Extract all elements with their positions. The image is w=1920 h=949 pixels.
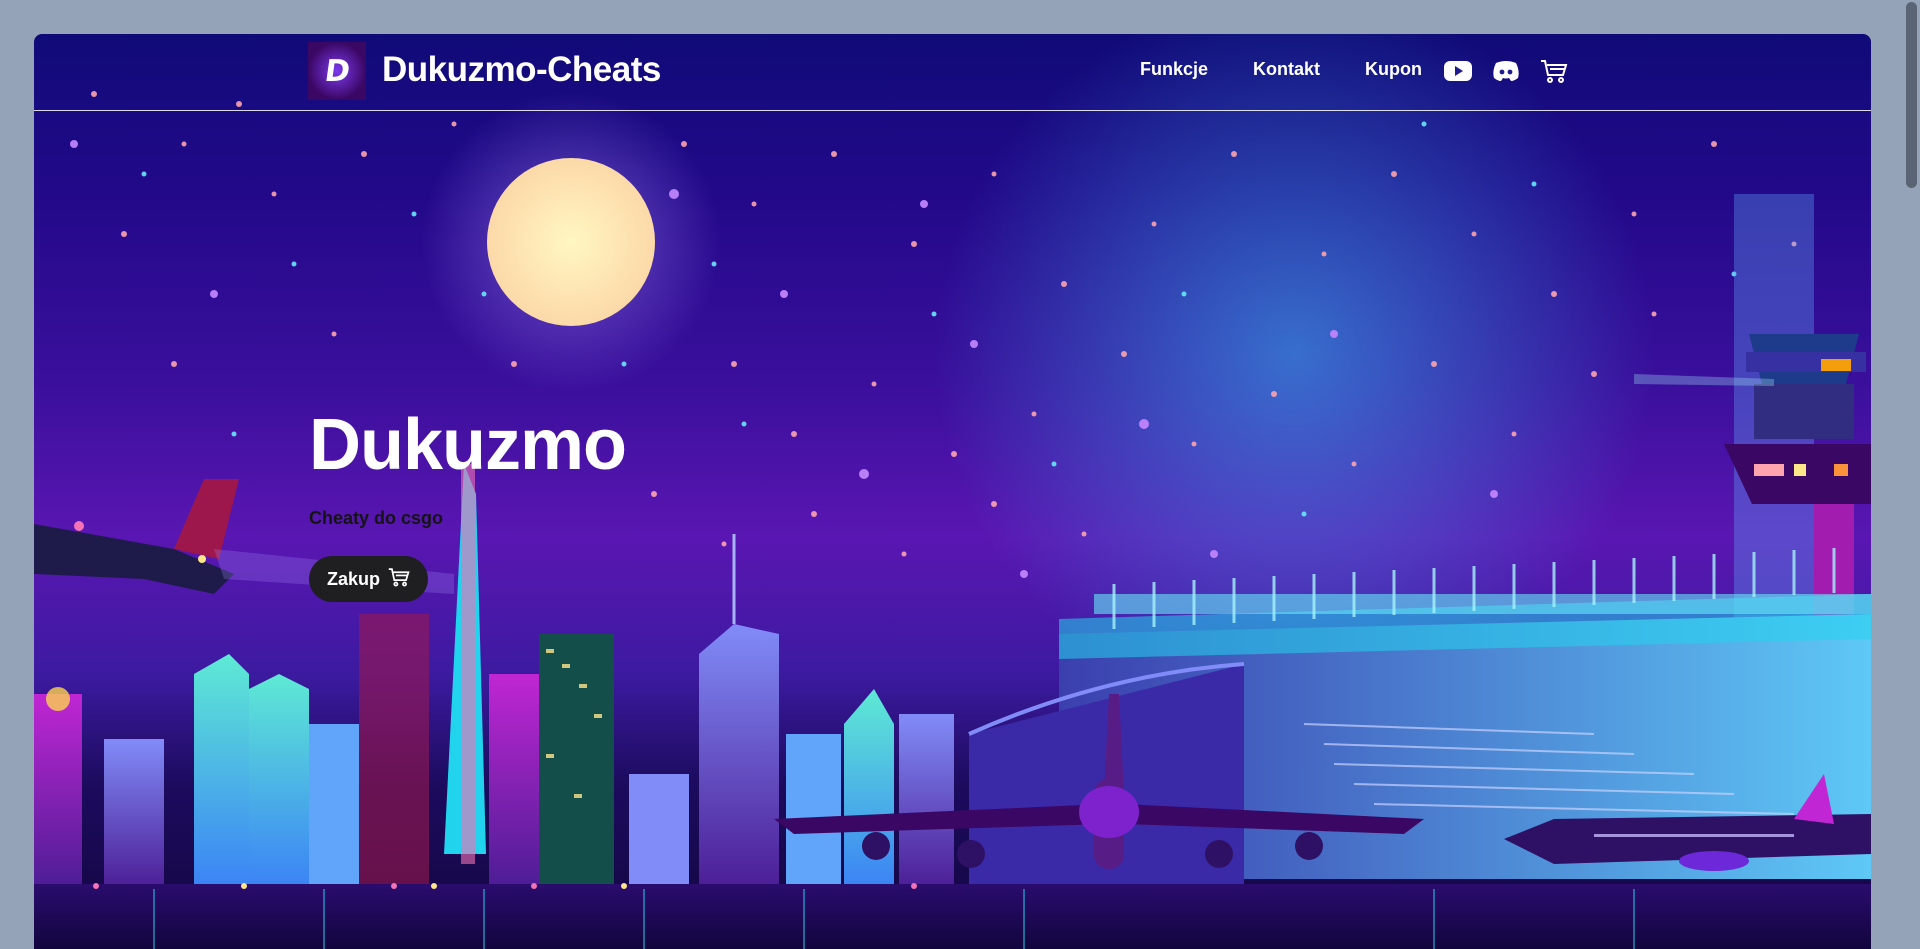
browser-viewport: D Dukuzmo-Cheats Funkcje Kontakt Kupon D… — [34, 34, 1871, 949]
nav-link-kontakt[interactable]: Kontakt — [1253, 59, 1320, 80]
brand-logo-letter: D — [322, 53, 352, 89]
cart-icon — [388, 567, 410, 592]
youtube-icon[interactable] — [1443, 56, 1473, 86]
nav-social-icons — [1443, 56, 1569, 86]
discord-icon[interactable] — [1491, 56, 1521, 86]
hero-content: Dukuzmo Cheaty do csgo — [309, 404, 627, 529]
nav-links: Funkcje Kontakt Kupon — [1140, 59, 1467, 80]
hero-title: Dukuzmo — [309, 405, 627, 485]
hero-subtitle: Cheaty do csgo — [309, 508, 444, 528]
cart-icon[interactable] — [1539, 56, 1569, 86]
purchase-button[interactable]: Zakup — [309, 556, 428, 602]
brand-logo[interactable]: D — [308, 42, 366, 100]
top-navbar: D Dukuzmo-Cheats Funkcje Kontakt Kupon — [34, 34, 1871, 111]
purchase-button-label: Zakup — [326, 568, 380, 589]
nav-link-kupon[interactable]: Kupon — [1365, 59, 1422, 80]
moon-shape — [487, 158, 655, 326]
brand-name[interactable]: Dukuzmo-Cheats — [382, 50, 661, 90]
nav-link-funkcje[interactable]: Funkcje — [1140, 59, 1208, 80]
page-scrollbar-thumb[interactable] — [1906, 2, 1917, 188]
ground — [34, 884, 1871, 949]
